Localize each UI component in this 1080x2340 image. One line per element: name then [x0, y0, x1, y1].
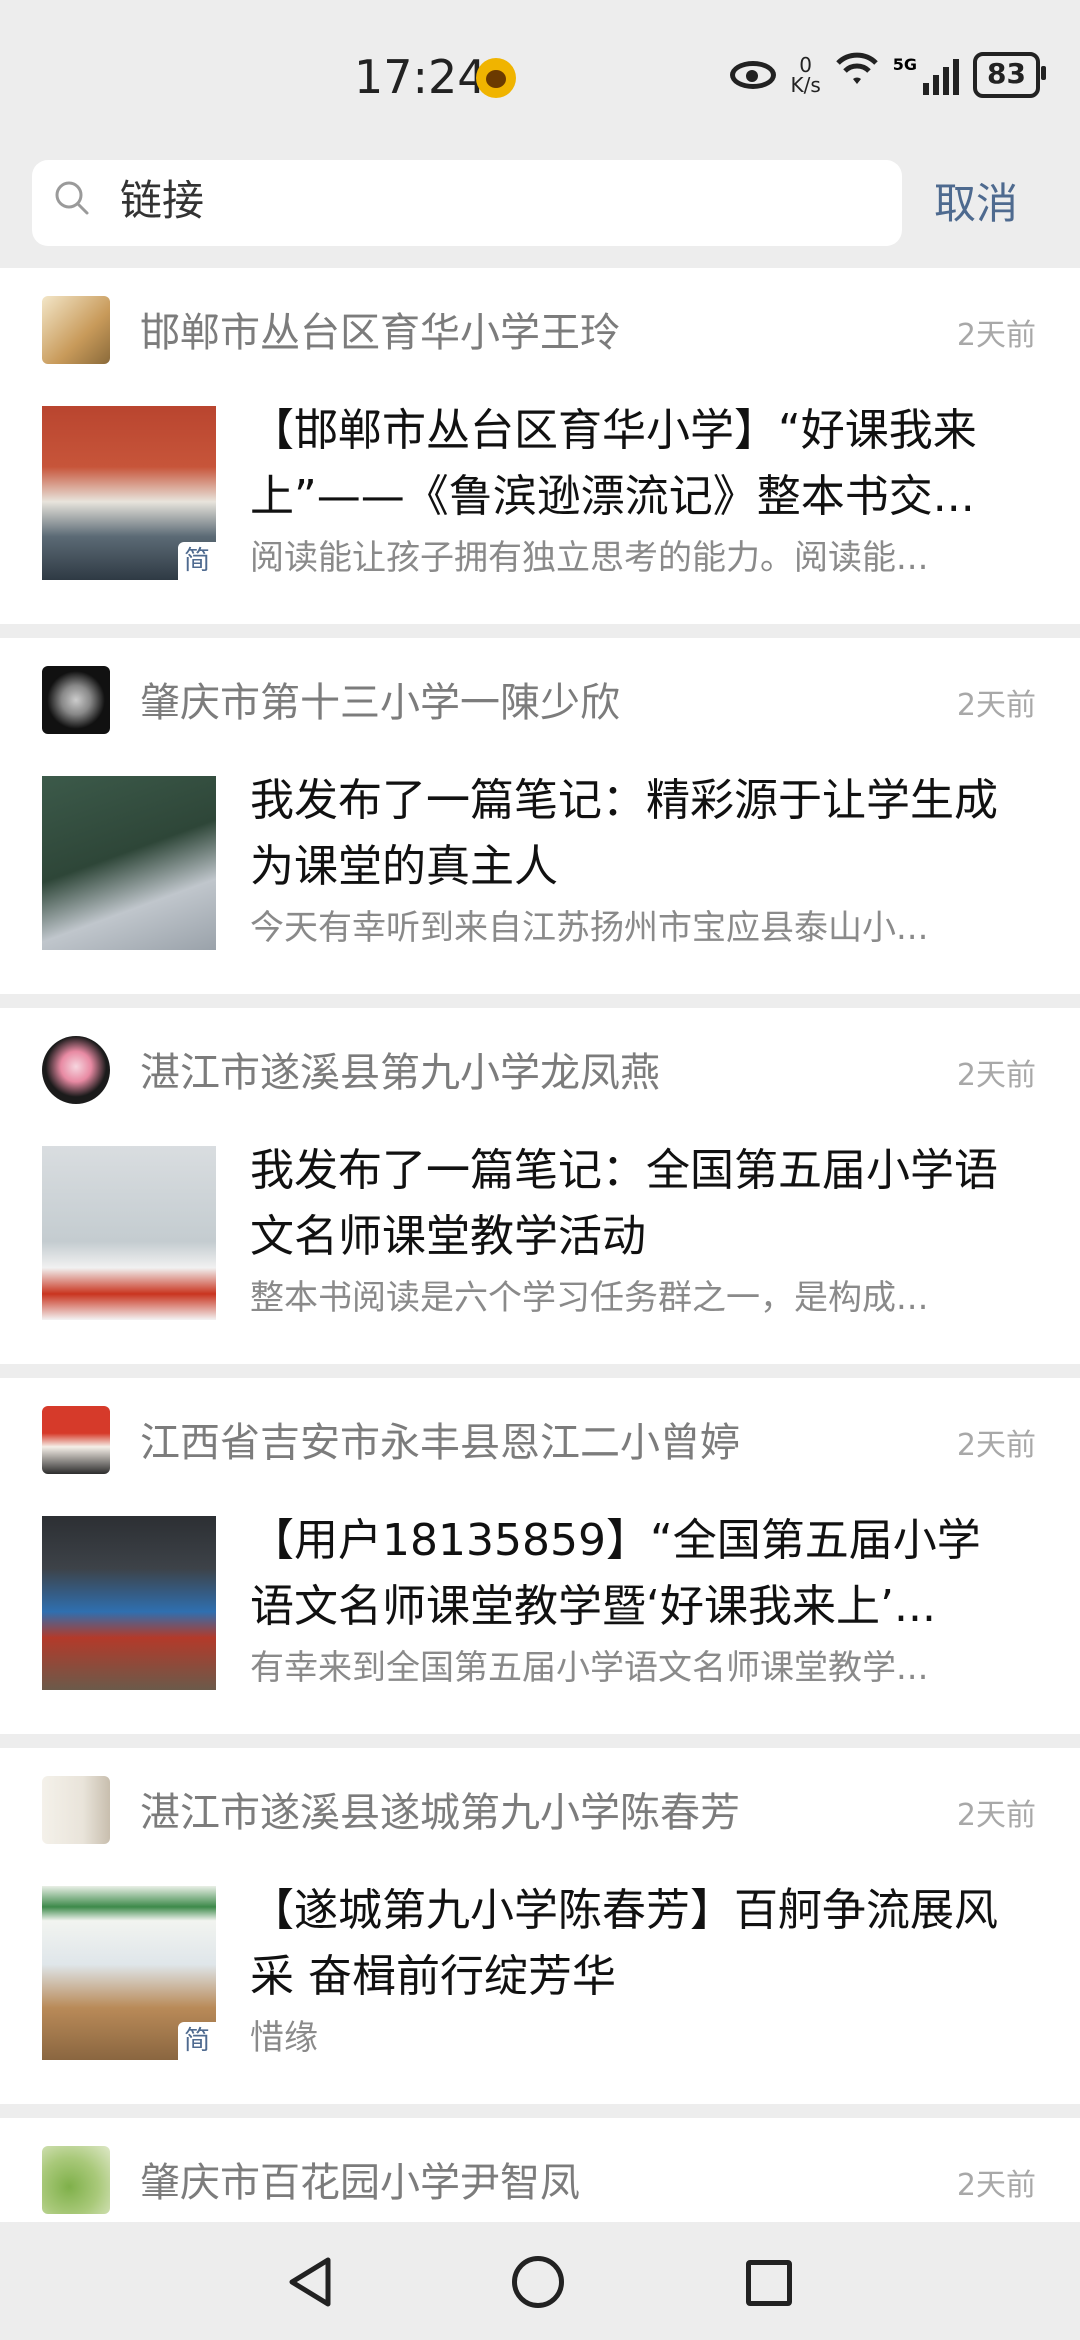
emoji-icon: [476, 58, 516, 98]
post-title-line: 为课堂的真主人: [250, 841, 558, 892]
post-title-line: 采 奋楫前行绽芳华: [250, 1951, 616, 2002]
thumbnail: [42, 1516, 216, 1690]
search-icon: [55, 181, 89, 215]
post-summary: 今天有幸听到来自江苏扬州市宝应县泰山小...: [250, 908, 929, 948]
post-title-line: 我发布了一篇笔记：全国第五届小学语: [250, 1145, 998, 1196]
list-item[interactable]: 邯郸市丛台区育华小学王玲 2天前 简 【邯郸市丛台区育华小学】“好课我来 上”—…: [0, 268, 1080, 624]
network-type: 5G: [892, 55, 918, 74]
search-box[interactable]: [32, 160, 902, 246]
post-summary: 惜缘: [250, 2018, 318, 2058]
cancel-button[interactable]: 取消: [934, 170, 1018, 231]
avatar[interactable]: [42, 1776, 110, 1844]
post-summary: 有幸来到全国第五届小学语文名师课堂教学...: [250, 1648, 929, 1688]
post-time: 2天前: [956, 1798, 1036, 1833]
avatar[interactable]: [42, 2146, 110, 2214]
cell-signal-icon: 5G: [892, 55, 960, 95]
author-name[interactable]: 湛江市遂溪县第九小学龙凤燕: [140, 1040, 660, 1098]
status-time: 17:24: [354, 50, 487, 104]
system-nav-bar: [0, 2222, 1080, 2340]
author-name[interactable]: 江西省吉安市永丰县恩江二小曾婷: [140, 1410, 740, 1468]
wifi-icon: [835, 52, 879, 98]
network-speed-unit: K/s: [790, 73, 821, 97]
author-name[interactable]: 湛江市遂溪县遂城第九小学陈春芳: [140, 1780, 740, 1838]
thumbnail: 简: [42, 1886, 216, 2060]
avatar[interactable]: [42, 1036, 110, 1104]
post-title: 【用户18135859】“全国第五届小学 语文名师课堂教学暨‘好课我来上’...: [250, 1508, 1040, 1640]
author-name[interactable]: 邯郸市丛台区育华小学王玲: [140, 300, 620, 358]
post-title-line: 上”——《鲁滨逊漂流记》整本书交...: [250, 471, 975, 522]
thumbnail: 简: [42, 406, 216, 580]
post-title-line: 语文名师课堂教学暨‘好课我来上’...: [250, 1581, 936, 1632]
thumbnail: [42, 1146, 216, 1320]
search-bar: 取消: [0, 150, 1080, 268]
post-time: 2天前: [956, 1058, 1036, 1093]
back-icon[interactable]: [286, 2256, 334, 2308]
post-title: 【邯郸市丛台区育华小学】“好课我来 上”——《鲁滨逊漂流记》整本书交...: [250, 398, 1040, 530]
thumbnail: [42, 776, 216, 950]
network-speed: 0 K/s: [790, 55, 820, 95]
post-title: 我发布了一篇笔记：精彩源于让学生成 为课堂的真主人: [250, 768, 1040, 900]
status-icons: 0 K/s 5G 83: [730, 52, 1046, 98]
post-title-line: 【遂城第九小学陈春芳】百舸争流展风: [250, 1885, 998, 1936]
doc-badge: 简: [178, 542, 216, 580]
post-time: 2天前: [956, 688, 1036, 723]
post-summary: 阅读能让孩子拥有独立思考的能力。阅读能...: [250, 538, 929, 578]
list-item[interactable]: 湛江市遂溪县第九小学龙凤燕 2天前 我发布了一篇笔记：全国第五届小学语 文名师课…: [0, 1008, 1080, 1364]
post-title: 我发布了一篇笔记：全国第五届小学语 文名师课堂教学活动: [250, 1138, 1040, 1270]
post-title-line: 我发布了一篇笔记：精彩源于让学生成: [250, 775, 998, 826]
author-name[interactable]: 肇庆市第十三小学一陳少欣: [140, 670, 620, 728]
author-name[interactable]: 肇庆市百花园小学尹智凤: [140, 2150, 580, 2208]
list-item[interactable]: 肇庆市第十三小学一陳少欣 2天前 我发布了一篇笔记：精彩源于让学生成 为课堂的真…: [0, 638, 1080, 994]
list-item[interactable]: 湛江市遂溪县遂城第九小学陈春芳 2天前 简 【遂城第九小学陈春芳】百舸争流展风 …: [0, 1748, 1080, 2104]
post-time: 2天前: [956, 1428, 1036, 1463]
avatar[interactable]: [42, 296, 110, 364]
recent-apps-icon[interactable]: [746, 2260, 792, 2306]
battery-icon: 83: [973, 52, 1046, 98]
post-title: 【遂城第九小学陈春芳】百舸争流展风 采 奋楫前行绽芳华: [250, 1878, 1040, 2010]
network-speed-value: 0: [799, 53, 812, 77]
avatar[interactable]: [42, 1406, 110, 1474]
doc-badge: 简: [178, 2022, 216, 2060]
post-time: 2天前: [956, 318, 1036, 353]
post-time: 2天前: [956, 2168, 1036, 2203]
avatar[interactable]: [42, 666, 110, 734]
search-input[interactable]: [118, 172, 882, 223]
result-list: 邯郸市丛台区育华小学王玲 2天前 简 【邯郸市丛台区育华小学】“好课我来 上”—…: [0, 268, 1080, 2298]
post-title-line: 【邯郸市丛台区育华小学】“好课我来: [250, 405, 977, 456]
eye-comfort-icon: [730, 61, 777, 89]
status-bar: 17:24 0 K/s 5G 83: [0, 0, 1080, 150]
post-title-line: 文名师课堂教学活动: [250, 1211, 646, 1262]
list-item[interactable]: 江西省吉安市永丰县恩江二小曾婷 2天前 【用户18135859】“全国第五届小学…: [0, 1378, 1080, 1734]
home-icon[interactable]: [512, 2256, 564, 2308]
post-summary: 整本书阅读是六个学习任务群之一，是构成...: [250, 1278, 929, 1318]
post-title-line: 【用户18135859】“全国第五届小学: [250, 1515, 981, 1566]
